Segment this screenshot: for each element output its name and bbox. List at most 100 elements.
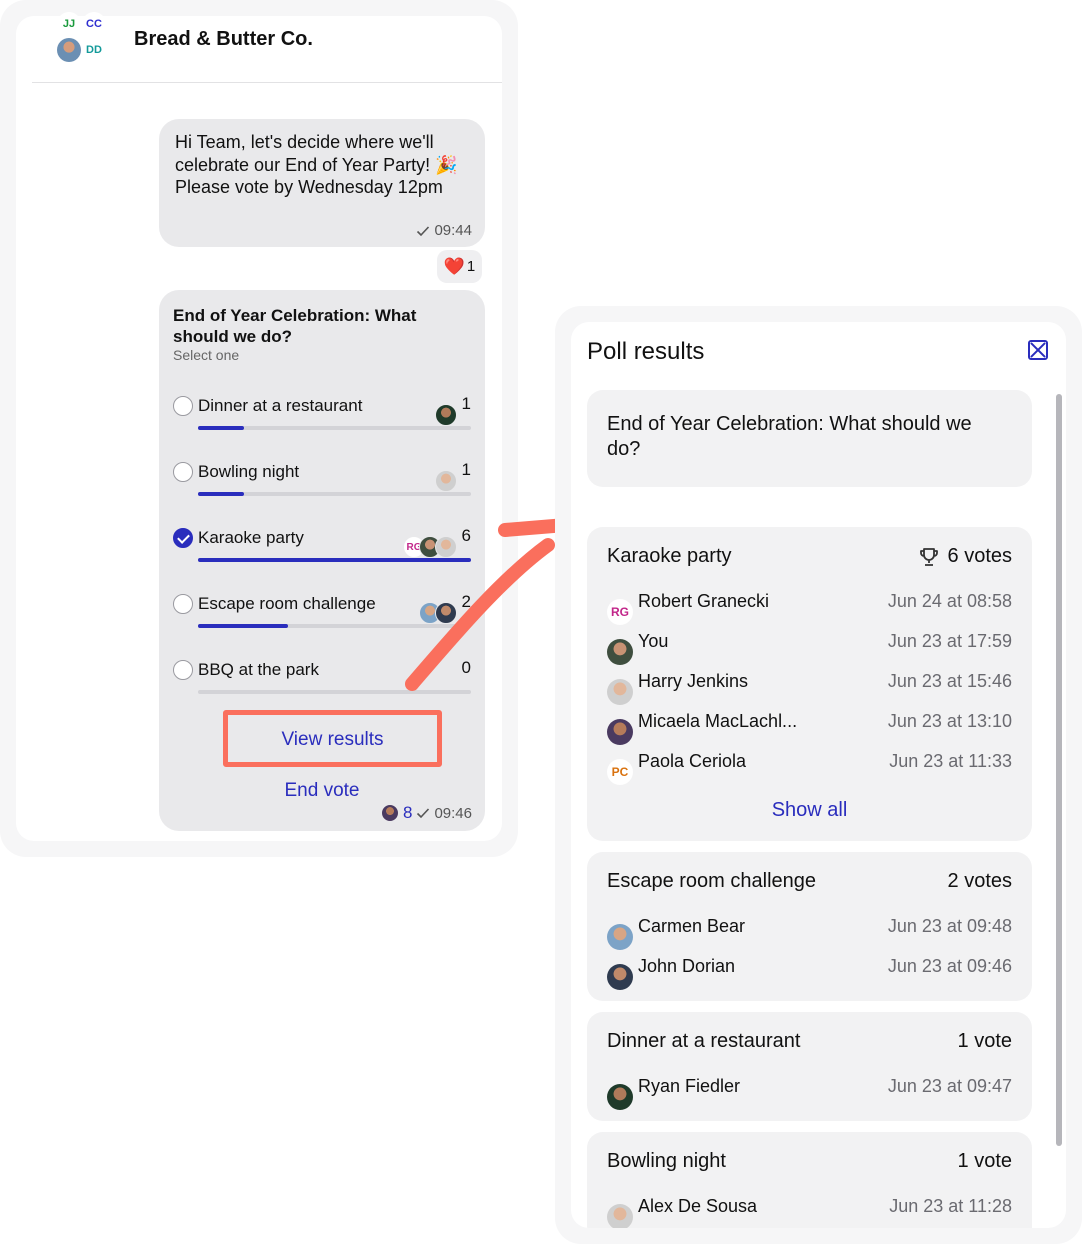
- option-label: Escape room challenge: [198, 594, 376, 613]
- vote-time: Jun 23 at 11:28: [889, 1196, 1012, 1216]
- result-option: Dinner at a restaurant: [607, 1030, 801, 1052]
- option-voters: RG: [403, 536, 457, 560]
- result-votes: 2 votes: [948, 870, 1012, 893]
- vote-time: Jun 23 at 09:48: [887, 916, 1012, 936]
- option-progress-fill: [198, 426, 245, 430]
- question-card: End of Year Celebration: What should we …: [587, 390, 1032, 487]
- votes-count: 6 votes: [947, 545, 1012, 567]
- voter-name: Carmen Bear: [638, 916, 746, 936]
- voters-count[interactable]: 8: [403, 803, 412, 823]
- message-bubble[interactable]: Hi Team, let's decide where we'll celebr…: [159, 119, 485, 247]
- poll-time: 09:46: [434, 804, 472, 822]
- voter-name: Alex De Sousa: [638, 1196, 758, 1216]
- result-option: Karaoke party: [607, 545, 732, 567]
- close-icon[interactable]: [1028, 340, 1048, 360]
- voter-avatar: [380, 804, 399, 822]
- option-count: 1: [461, 394, 471, 413]
- check-icon: [417, 225, 430, 236]
- result-votes: 1 vote: [958, 1150, 1012, 1173]
- option-progress-fill: [198, 624, 289, 628]
- voter-avatar: PC: [607, 759, 633, 785]
- message-time: 09:44: [434, 222, 472, 239]
- show-all-button[interactable]: Show all: [587, 799, 1032, 822]
- avatar-initials: JJ: [57, 12, 81, 36]
- voter-avatar: [607, 639, 633, 665]
- vote-time: Jun 23 at 09:46: [887, 956, 1012, 976]
- result-votes: 1 vote: [958, 1030, 1012, 1053]
- option-count: 1: [461, 460, 471, 479]
- vote-time: Jun 23 at 13:10: [887, 711, 1012, 731]
- poll-option[interactable]: Escape room challenge 2: [173, 592, 471, 644]
- result-option: Escape room challenge: [607, 870, 817, 892]
- option-label: Dinner at a restaurant: [198, 396, 363, 415]
- voter-row: Micaela MacLachl... Jun 23 at 13:10: [607, 711, 1012, 745]
- option-radio[interactable]: [173, 660, 193, 680]
- voter-avatar: [435, 602, 457, 624]
- voter-name: Harry Jenkins: [638, 671, 749, 691]
- poll-option[interactable]: Dinner at a restaurant 1: [173, 394, 471, 446]
- avatar-photo: [57, 38, 81, 62]
- poll-option[interactable]: Bowling night 1: [173, 460, 471, 512]
- voter-avatar: RG: [607, 599, 633, 625]
- chat-header: JJ CC DD Bread & Butter Co.: [32, 0, 502, 83]
- option-progress: [198, 492, 471, 496]
- voter-row: Harry Jenkins Jun 23 at 15:46: [607, 671, 1012, 705]
- voter-avatar: [607, 964, 633, 990]
- poll-option[interactable]: BBQ at the park 0: [173, 658, 471, 710]
- result-group: Dinner at a restaurant 1 vote Ryan Fiedl…: [587, 1012, 1032, 1121]
- voter-row: John Dorian Jun 23 at 09:46: [607, 956, 1012, 990]
- voter-row: You Jun 23 at 17:59: [607, 631, 1012, 665]
- group-avatar[interactable]: JJ CC DD: [56, 12, 110, 66]
- reaction-chip[interactable]: ❤️ 1: [437, 250, 482, 283]
- voter-name: Paola Ceriola: [638, 751, 747, 771]
- view-results-button[interactable]: View results: [228, 729, 437, 751]
- result-group: Bowling night 1 vote Alex De Sousa Jun 2…: [587, 1132, 1032, 1228]
- option-label: Karaoke party: [198, 528, 304, 547]
- poll-question: End of Year Celebration: What should we …: [173, 306, 417, 346]
- end-vote-button[interactable]: End vote: [0, 780, 644, 802]
- result-group: Escape room challenge 2 votes Carmen Bea…: [587, 852, 1032, 1001]
- option-progress: [198, 690, 471, 694]
- voter-name: Ryan Fiedler: [638, 1076, 741, 1096]
- option-radio[interactable]: [173, 396, 193, 416]
- voter-avatar: [607, 1204, 633, 1228]
- option-radio-checked[interactable]: [173, 528, 193, 548]
- option-count: 2: [461, 592, 471, 611]
- voter-row: Alex De Sousa Jun 23 at 11:28: [607, 1196, 1012, 1228]
- option-radio[interactable]: [173, 462, 193, 482]
- chat-title[interactable]: Bread & Butter Co.: [134, 28, 313, 51]
- voter-row: Carmen Bear Jun 23 at 09:48: [607, 916, 1012, 950]
- vote-time: Jun 23 at 09:47: [887, 1076, 1012, 1096]
- voter-name: John Dorian: [638, 956, 736, 976]
- voter-avatar: [607, 924, 633, 950]
- voter-avatar: [607, 719, 633, 745]
- votes-count: 1 vote: [957, 1030, 1012, 1052]
- avatar-initials: DD: [82, 38, 106, 62]
- vote-time: Jun 24 at 08:58: [887, 591, 1012, 611]
- poll-option[interactable]: Karaoke party RG 6: [173, 526, 471, 578]
- voter-name: You: [638, 631, 669, 651]
- heart-icon: ❤️: [443, 256, 465, 276]
- option-voters: [419, 602, 457, 626]
- check-icon: [417, 808, 430, 819]
- option-radio[interactable]: [173, 594, 193, 614]
- vote-time: Jun 23 at 17:59: [887, 631, 1012, 651]
- option-progress-fill: [198, 492, 245, 496]
- option-label: Bowling night: [198, 462, 300, 481]
- voter-avatar: [435, 470, 457, 492]
- scrollbar[interactable]: [1056, 394, 1062, 1146]
- option-progress: [198, 558, 471, 562]
- votes-count: 2 votes: [947, 870, 1012, 892]
- vote-time: Jun 23 at 15:46: [887, 671, 1012, 691]
- result-group: Karaoke party 6 votes RG Robert Granecki…: [587, 527, 1032, 841]
- option-progress: [198, 624, 471, 628]
- view-results-highlight: View results: [223, 710, 442, 767]
- result-option: Bowling night: [607, 1150, 726, 1172]
- trophy-icon: [919, 547, 938, 566]
- poll-hint: Select one: [173, 347, 240, 363]
- message-meta: 09:44: [416, 222, 472, 239]
- voter-name: Micaela MacLachl...: [638, 711, 798, 731]
- voter-avatar: [435, 536, 457, 558]
- voter-avatar: [607, 1084, 633, 1110]
- voter-row: RG Robert Granecki Jun 24 at 08:58: [607, 591, 1012, 625]
